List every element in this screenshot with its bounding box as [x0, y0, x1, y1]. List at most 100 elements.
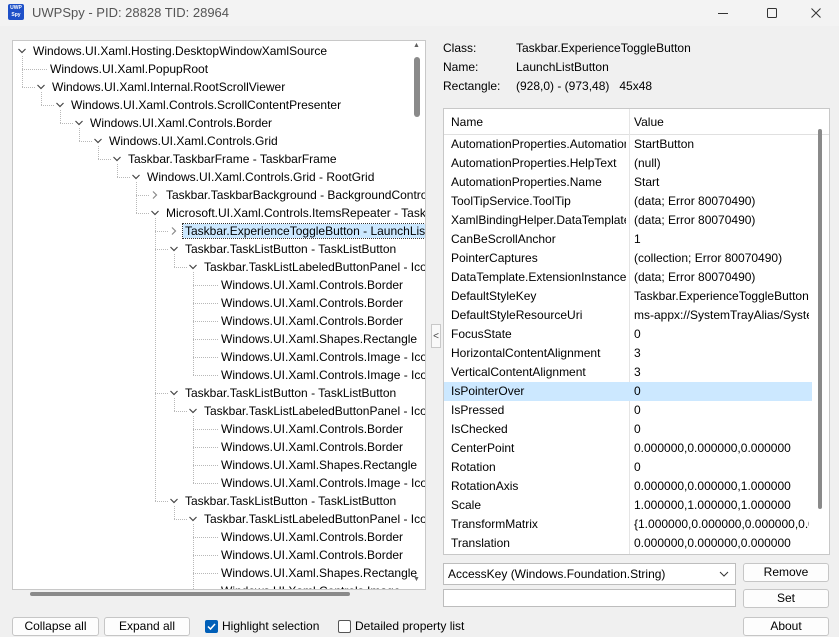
about-button[interactable]: About [743, 617, 829, 636]
tree-item[interactable]: Taskbar.TaskbarBackground - BackgroundCo… [164, 186, 425, 204]
property-row[interactable]: Rotation 0 [444, 458, 812, 477]
property-row[interactable]: HorizontalContentAlignment 3 [444, 344, 812, 363]
tree-item[interactable]: Windows.UI.Xaml.Controls.Grid [107, 132, 280, 150]
tree-connector [193, 375, 218, 376]
collapse-all-button[interactable]: Collapse all [12, 617, 99, 636]
expand-all-button[interactable]: Expand all [104, 617, 190, 636]
element-tree[interactable]: Windows.UI.Xaml.Hosting.DesktopWindowXam… [12, 40, 426, 590]
set-button[interactable]: Set [743, 589, 829, 608]
property-value: 1.000000,1.000000,1.000000 [634, 498, 791, 512]
property-row[interactable]: AutomationProperties.HelpText (null) [444, 154, 812, 173]
tree-item[interactable]: Windows.UI.Xaml.Controls.Border [219, 438, 405, 456]
tree-vertical-scrollbar-thumb[interactable] [414, 57, 420, 117]
property-row[interactable]: DefaultStyleKey Taskbar.ExperienceToggleB… [444, 287, 812, 306]
property-row[interactable]: FocusState 0 [444, 325, 812, 344]
checkbox-checked-icon [205, 619, 218, 633]
tree-connector [193, 303, 218, 304]
property-row[interactable]: XamlBindingHelper.DataTemplateComponent (… [444, 211, 812, 230]
property-row[interactable]: DefaultStyleResourceUri ms-appx://SystemT… [444, 306, 812, 325]
tree-connector [136, 195, 149, 196]
minimize-button[interactable] [700, 0, 746, 26]
property-row[interactable]: AutomationProperties.AutomationId StartBu… [444, 135, 812, 154]
property-row[interactable]: CenterPoint 0.000000,0.000000,0.000000 [444, 439, 812, 458]
property-row[interactable]: IsPressed 0 [444, 401, 812, 420]
property-list[interactable]: Name Value AutomationProperties.Automati… [443, 108, 830, 555]
tree-connector [98, 146, 99, 159]
tree-item[interactable]: Windows.UI.Xaml.Controls.Border [219, 546, 405, 564]
tree-connector [155, 393, 168, 394]
property-row[interactable]: CanBeScrollAnchor 1 [444, 230, 812, 249]
property-select[interactable]: AccessKey (Windows.Foundation.String) [443, 563, 736, 585]
tree-item-label: Taskbar.TaskListLabeledButtonPanel - Ico… [204, 260, 425, 274]
tree-item[interactable]: Windows.UI.Xaml.Controls.Image - Icon [219, 348, 425, 366]
detailed-property-list-checkbox[interactable]: Detailed property list [338, 619, 464, 633]
property-name: Scale [451, 498, 482, 512]
property-value: (collection; Error 80070490) [634, 251, 783, 265]
tree-item[interactable]: Windows.UI.Xaml.Controls.Image - Icon [219, 474, 425, 492]
tree-item[interactable]: Windows.UI.Xaml.Shapes.Rectangle [219, 456, 419, 474]
tree-item[interactable]: Windows.UI.Xaml.Controls.Border [219, 528, 405, 546]
property-value-input[interactable] [443, 589, 736, 607]
tree-connector [174, 519, 187, 520]
tree-item[interactable]: Windows.UI.Xaml.Controls.Border [219, 294, 405, 312]
tree-item[interactable]: Taskbar.TaskListButton - TaskListButton [183, 240, 398, 258]
tree-item[interactable]: Windows.UI.Xaml.Controls.Border [219, 420, 405, 438]
property-row[interactable]: IsPointerOver 0 [444, 382, 812, 401]
property-row[interactable]: AutomationProperties.Name Start [444, 173, 812, 192]
property-row[interactable]: RotationAxis 0.000000,0.000000,1.000000 [444, 477, 812, 496]
tree-item[interactable]: Windows.UI.Xaml.Controls.Grid - RootGrid [145, 168, 376, 186]
column-header-value[interactable]: Value [634, 115, 664, 129]
tree-item[interactable]: Taskbar.TaskbarFrame - TaskbarFrame [126, 150, 339, 168]
tree-item[interactable]: Windows.UI.Xaml.Internal.RootScrollViewe… [50, 78, 287, 96]
tree-horizontal-scrollbar-thumb[interactable] [30, 592, 350, 596]
tree-item[interactable]: Microsoft.UI.Xaml.Controls.ItemsRepeater… [164, 204, 425, 222]
rectangle-value: (928,0) - (973,48) 45x48 [516, 79, 653, 93]
close-button[interactable] [793, 0, 839, 26]
tree-connector [117, 177, 130, 178]
tree-item[interactable]: Windows.UI.Xaml.Controls.Border [88, 114, 274, 132]
property-row[interactable]: VerticalContentAlignment 3 [444, 363, 812, 382]
tree-item[interactable]: Taskbar.TaskListLabeledButtonPanel - Ico… [202, 510, 425, 528]
tree-item[interactable]: Windows.UI.Xaml.Controls.Border [219, 276, 405, 294]
chevron-right-icon[interactable] [150, 186, 160, 204]
property-row[interactable]: Scale 1.000000,1.000000,1.000000 [444, 496, 812, 515]
tree-item[interactable]: Windows.UI.Xaml.Hosting.DesktopWindowXam… [31, 42, 329, 60]
property-row[interactable]: PointerCaptures (collection; Error 800704… [444, 249, 812, 268]
window-title: UWPSpy - PID: 28828 TID: 28964 [32, 5, 230, 20]
scroll-down-icon[interactable]: ▼ [413, 576, 420, 583]
name-label: Name: [443, 60, 479, 74]
property-row[interactable]: ToolTipService.ToolTip (data; Error 80070… [444, 192, 812, 211]
tree-item[interactable]: Windows.UI.Xaml.Controls.Image - Icon [219, 366, 425, 384]
tree-item[interactable]: Windows.UI.Xaml.Shapes.Rectangle [219, 330, 419, 348]
tree-item[interactable]: Windows.UI.Xaml.Shapes.Rectangle [219, 564, 419, 582]
scroll-up-icon[interactable]: ▲ [413, 42, 420, 49]
property-name: FocusState [451, 327, 512, 341]
highlight-selection-checkbox[interactable]: Highlight selection [205, 619, 319, 633]
tree-item[interactable]: Windows.UI.Xaml.PopupRoot [48, 60, 210, 78]
tree-item[interactable]: Taskbar.TaskListLabeledButtonPanel - Ico… [202, 258, 425, 276]
tree-item[interactable]: Taskbar.TaskListButton - TaskListButton [183, 492, 398, 510]
column-header-name[interactable]: Name [451, 115, 483, 129]
remove-button[interactable]: Remove [743, 563, 829, 582]
tree-item[interactable]: Windows.UI.Xaml.Controls.Border [219, 312, 405, 330]
maximize-button[interactable] [749, 0, 795, 26]
property-row[interactable]: DataTemplate.ExtensionInstance (data; Err… [444, 268, 812, 287]
property-value: 0 [634, 403, 641, 417]
tree-item[interactable]: Taskbar.TaskListButton - TaskListButton [183, 384, 398, 402]
chevron-right-icon[interactable] [169, 222, 179, 240]
property-row[interactable]: IsChecked 0 [444, 420, 812, 439]
tree-item[interactable]: Taskbar.TaskListLabeledButtonPanel - Ico… [202, 402, 425, 420]
property-row[interactable]: Translation 0.000000,0.000000,0.000000 [444, 534, 812, 553]
property-name: TransformMatrix [451, 517, 538, 531]
property-row[interactable]: TransformMatrix {1.000000,0.000000,0.0000… [444, 515, 812, 534]
property-value: 3 [634, 346, 641, 360]
tree-item-label: Taskbar.TaskListButton - TaskListButton [185, 242, 397, 256]
tree-item[interactable]: Windows.UI.Xaml.Controls.ScrollContentPr… [69, 96, 343, 114]
tree-item-selected[interactable]: Taskbar.ExperienceToggleButton - LaunchL… [181, 222, 425, 240]
property-value: (data; Error 80070490) [634, 213, 756, 227]
property-list-scrollbar-thumb[interactable] [818, 129, 822, 509]
tree-item-label: Taskbar.TaskListButton - TaskListButton [185, 494, 397, 508]
panel-collapse-button[interactable]: < [431, 324, 441, 348]
property-name: Rotation [451, 460, 496, 474]
tree-item[interactable]: Windows.UI.Xaml.Controls.Image [219, 582, 402, 589]
